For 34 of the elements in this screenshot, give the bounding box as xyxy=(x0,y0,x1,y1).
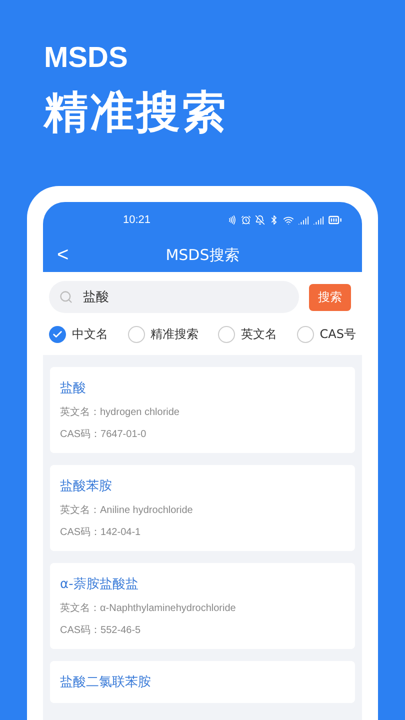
promo-subtitle: MSDS xyxy=(44,42,128,75)
signal-icon xyxy=(313,214,324,226)
nfc-icon xyxy=(227,215,237,225)
back-button[interactable]: < xyxy=(53,244,73,266)
alarm-icon xyxy=(241,215,251,225)
bluetooth-icon xyxy=(269,215,279,225)
chemical-name: 盐酸二氯联苯胺 xyxy=(60,674,152,691)
search-option[interactable]: 英文名 xyxy=(218,326,278,342)
search-button[interactable]: 搜索 xyxy=(309,284,351,310)
result-card[interactable]: 盐酸苯胺 英文名：Aniline hydrochloride CAS码：142-04-1 xyxy=(50,465,355,551)
chemical-name: α-萘胺盐酸盐 xyxy=(60,576,140,593)
search-option[interactable]: CAS号 xyxy=(296,326,356,342)
search-icon xyxy=(59,290,73,304)
wifi-icon xyxy=(283,214,294,226)
chemical-name: 盐酸苯胺 xyxy=(60,478,113,495)
chemical-name: 盐酸 xyxy=(60,380,87,397)
status-time: 10:21 xyxy=(123,214,151,226)
search-field[interactable]: 盐酸 xyxy=(49,281,299,313)
cas-number: CAS码：552-46-5 xyxy=(60,624,142,637)
page-title: MSDS搜索 xyxy=(166,246,240,264)
result-card[interactable]: 盐酸二氯联苯胺 xyxy=(50,661,355,703)
bell-off-icon xyxy=(255,215,265,225)
signal-icon xyxy=(298,214,309,226)
cas-number: CAS码：7647-01-0 xyxy=(60,428,148,441)
result-card[interactable]: 盐酸 英文名：hydrogen chloride CAS码：7647-01-0 xyxy=(50,367,355,453)
english-name: 英文名：Aniline hydrochloride xyxy=(60,504,194,517)
battery-icon xyxy=(328,213,342,227)
english-name: 英文名：α-Naphthylaminehydrochloride xyxy=(60,602,237,615)
promo-headline: 精准搜索 xyxy=(44,86,228,140)
search-option[interactable]: 中文名 xyxy=(49,326,108,342)
cas-number: CAS码：142-04-1 xyxy=(60,526,142,539)
english-name: 英文名：hydrogen chloride xyxy=(60,406,180,419)
search-option[interactable]: 精准搜索 xyxy=(128,326,199,342)
result-card[interactable]: α-萘胺盐酸盐 英文名：α-Naphthylaminehydrochloride CAS码：552-46-5 xyxy=(50,563,355,649)
